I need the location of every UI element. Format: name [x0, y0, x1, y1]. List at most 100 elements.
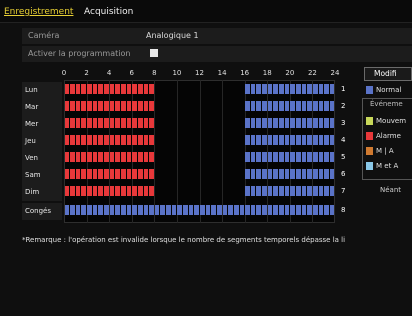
schedule-segment-alarm[interactable] [104, 84, 109, 94]
schedule-segment-alarm[interactable] [109, 101, 115, 111]
schedule-segment-alarm[interactable] [109, 169, 115, 179]
schedule-segment-alarm[interactable] [75, 118, 81, 128]
schedule-segment-normal[interactable] [279, 135, 284, 145]
schedule-segment-normal[interactable] [75, 205, 81, 215]
schedule-segment-normal[interactable] [273, 135, 279, 145]
schedule-segment-normal[interactable] [312, 152, 318, 162]
schedule-segment-alarm[interactable] [70, 169, 75, 179]
schedule-segment-normal[interactable] [301, 186, 307, 196]
schedule-segment-alarm[interactable] [75, 135, 81, 145]
schedule-segment-normal[interactable] [301, 152, 307, 162]
schedule-segment-normal[interactable] [211, 205, 216, 215]
schedule-segment-alarm[interactable] [98, 152, 104, 162]
schedule-segment-alarm[interactable] [132, 169, 137, 179]
schedule-segment-alarm[interactable] [92, 169, 98, 179]
schedule-segment-normal[interactable] [267, 101, 273, 111]
schedule-segment-alarm[interactable] [126, 186, 132, 196]
schedule-segment-normal[interactable] [194, 205, 199, 215]
schedule-segment-normal[interactable] [245, 101, 250, 111]
schedule-segment-normal[interactable] [233, 205, 239, 215]
schedule-segment-normal[interactable] [267, 169, 273, 179]
schedule-segment-normal[interactable] [307, 186, 312, 196]
schedule-segment-normal[interactable] [312, 169, 318, 179]
schedule-segment-normal[interactable] [284, 135, 290, 145]
schedule-segment-normal[interactable] [295, 101, 301, 111]
schedule-segment-normal[interactable] [154, 205, 160, 215]
schedule-segment-normal[interactable] [290, 84, 295, 94]
schedule-segment-normal[interactable] [262, 205, 267, 215]
schedule-segment-alarm[interactable] [120, 84, 126, 94]
schedule-segment-normal[interactable] [279, 169, 284, 179]
schedule-segment-normal[interactable] [183, 205, 188, 215]
schedule-segment-normal[interactable] [290, 169, 295, 179]
schedule-segment-alarm[interactable] [109, 135, 115, 145]
schedule-segment-alarm[interactable] [143, 118, 149, 128]
schedule-segment-alarm[interactable] [75, 152, 81, 162]
schedule-segment-alarm[interactable] [109, 118, 115, 128]
schedule-segment-alarm[interactable] [92, 152, 98, 162]
schedule-segment-alarm[interactable] [104, 101, 109, 111]
schedule-segment-normal[interactable] [98, 205, 104, 215]
schedule-checkbox[interactable] [150, 49, 158, 57]
schedule-segment-alarm[interactable] [104, 152, 109, 162]
schedule-segment-normal[interactable] [290, 186, 295, 196]
tab-recording[interactable]: Enregistrement [4, 7, 73, 17]
schedule-segment-alarm[interactable] [81, 169, 87, 179]
schedule-segment-normal[interactable] [166, 205, 171, 215]
schedule-segment-alarm[interactable] [87, 135, 92, 145]
schedule-segment-normal[interactable] [256, 84, 262, 94]
schedule-segment-normal[interactable] [228, 205, 233, 215]
schedule-segment-alarm[interactable] [92, 186, 98, 196]
schedule-segment-alarm[interactable] [98, 135, 104, 145]
schedule-segment-normal[interactable] [250, 186, 256, 196]
schedule-segment-alarm[interactable] [149, 118, 154, 128]
schedule-segment-alarm[interactable] [98, 169, 104, 179]
schedule-segment-normal[interactable] [329, 101, 335, 111]
schedule-segment-alarm[interactable] [75, 169, 81, 179]
schedule-segment-normal[interactable] [324, 118, 329, 128]
schedule-segment-alarm[interactable] [115, 186, 120, 196]
schedule-segment-alarm[interactable] [143, 169, 149, 179]
schedule-segment-normal[interactable] [92, 205, 98, 215]
schedule-segment-normal[interactable] [137, 205, 143, 215]
schedule-segment-normal[interactable] [250, 135, 256, 145]
schedule-segment-alarm[interactable] [87, 101, 92, 111]
schedule-segment-alarm[interactable] [143, 135, 149, 145]
schedule-segment-alarm[interactable] [81, 186, 87, 196]
schedule-segment-alarm[interactable] [126, 135, 132, 145]
schedule-segment-normal[interactable] [267, 152, 273, 162]
schedule-segment-normal[interactable] [279, 205, 284, 215]
schedule-segment-normal[interactable] [126, 205, 132, 215]
schedule-segment-alarm[interactable] [137, 118, 143, 128]
schedule-segment-normal[interactable] [87, 205, 92, 215]
schedule-segment-normal[interactable] [273, 118, 279, 128]
schedule-segment-alarm[interactable] [81, 118, 87, 128]
schedule-segment-normal[interactable] [104, 205, 109, 215]
schedule-segment-normal[interactable] [262, 118, 267, 128]
schedule-segment-normal[interactable] [279, 186, 284, 196]
schedule-segment-alarm[interactable] [64, 135, 70, 145]
schedule-segment-normal[interactable] [205, 205, 211, 215]
schedule-segment-normal[interactable] [273, 152, 279, 162]
schedule-segment-alarm[interactable] [126, 169, 132, 179]
schedule-segment-alarm[interactable] [120, 169, 126, 179]
schedule-segment-alarm[interactable] [115, 169, 120, 179]
schedule-segment-normal[interactable] [143, 205, 149, 215]
schedule-segment-alarm[interactable] [120, 101, 126, 111]
schedule-segment-normal[interactable] [284, 205, 290, 215]
schedule-segment-normal[interactable] [171, 205, 177, 215]
modify-button[interactable]: Modifi [364, 67, 412, 81]
schedule-segment-normal[interactable] [284, 169, 290, 179]
schedule-segment-normal[interactable] [312, 118, 318, 128]
schedule-segment-normal[interactable] [307, 205, 312, 215]
schedule-segment-normal[interactable] [324, 135, 329, 145]
schedule-segment-alarm[interactable] [87, 84, 92, 94]
schedule-segment-alarm[interactable] [137, 169, 143, 179]
schedule-segment-alarm[interactable] [137, 135, 143, 145]
legend-motion-and-alarm[interactable]: M et A [364, 160, 412, 174]
schedule-segment-normal[interactable] [250, 118, 256, 128]
schedule-segment-normal[interactable] [245, 152, 250, 162]
schedule-segment-normal[interactable] [301, 169, 307, 179]
schedule-segment-normal[interactable] [290, 152, 295, 162]
schedule-segment-alarm[interactable] [115, 152, 120, 162]
